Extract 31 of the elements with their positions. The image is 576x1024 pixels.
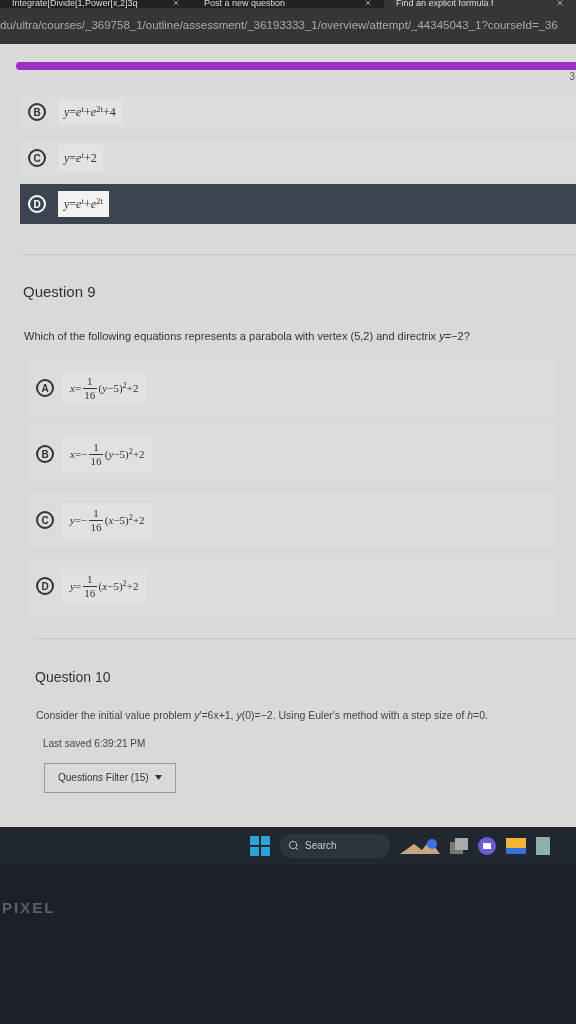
equation: y=e$^{t}$+e$^{2t}$ — [58, 191, 110, 217]
page-counter: 3 — [569, 70, 575, 84]
taskbar-search[interactable]: Search — [280, 833, 390, 858]
equation: y=e$^{t}$+e$^{2t}$+4 — [58, 99, 122, 125]
brand-label: PIXEL — [2, 899, 56, 916]
search-icon — [288, 840, 299, 851]
option-letter[interactable]: B — [36, 445, 54, 463]
question-title: Question 9 — [22, 282, 97, 302]
question-title: Question 10 — [34, 668, 112, 687]
caret-icon — [154, 775, 162, 781]
question-prompt: Which of the following equations represents a parabola with vertex (5,2) and directrix y=−2? — [23, 328, 471, 344]
question-prompt: Consider the initial value problem y'=6x+1, y(0)=−2. Using Euler's method with a step size of h=0. — [35, 708, 489, 723]
close-icon[interactable] — [172, 0, 180, 7]
task-view-icon[interactable] — [450, 837, 468, 854]
app-icon[interactable] — [536, 836, 550, 855]
option-letter[interactable]: C — [36, 511, 54, 529]
equation: y=e$^{t}$+2 — [58, 145, 103, 171]
close-icon[interactable] — [364, 0, 372, 7]
close-icon[interactable] — [556, 0, 564, 7]
option-letter[interactable]: A — [36, 379, 54, 397]
option-letter[interactable]: D — [28, 195, 46, 213]
windows-icon[interactable] — [250, 835, 270, 856]
option-letter[interactable]: C — [28, 149, 46, 167]
questions-filter-button[interactable]: Questions Filter (15) — [44, 762, 176, 793]
answer-option[interactable]: D y=e$^{t}$+e$^{2t}$ — [20, 184, 576, 224]
last-saved-text: Last saved 6:39:21 PM — [42, 736, 147, 751]
folder-icon[interactable] — [506, 837, 526, 854]
chat-icon[interactable] — [478, 836, 496, 855]
browser-tab[interactable]: Find an explicit formula f — [384, 0, 576, 8]
option-letter[interactable]: D — [36, 577, 54, 595]
option-letter[interactable]: B — [28, 103, 46, 121]
